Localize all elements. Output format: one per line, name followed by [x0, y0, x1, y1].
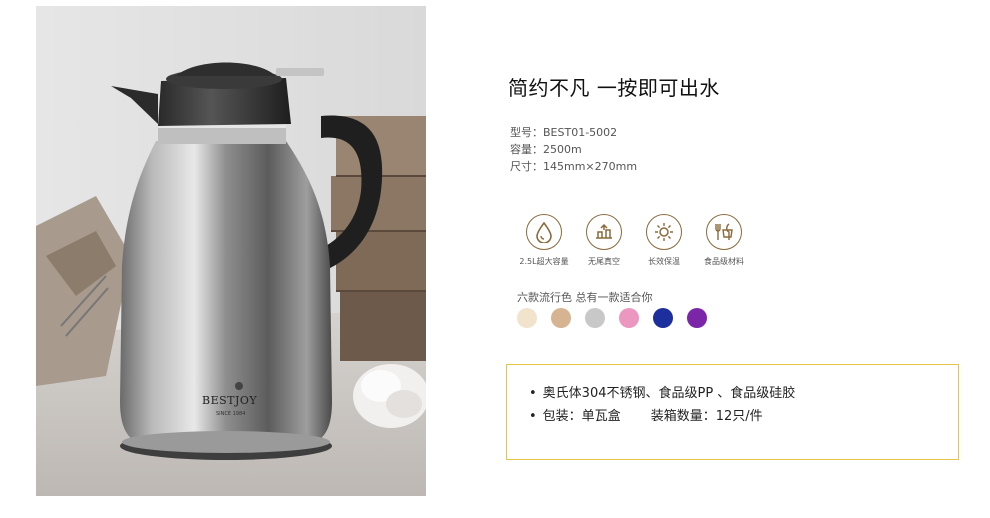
page-title: 简约不凡 一按即可出水: [508, 76, 720, 100]
feature-vacuum: 无尾真空: [574, 214, 634, 267]
keep-warm-icon: [646, 214, 682, 250]
brand-tagline: SINCE 1984: [216, 411, 246, 417]
bottle-tail-icon: [586, 214, 622, 250]
info-packaging: • 包装：单瓦盒 装箱数量：12只/件: [529, 409, 763, 424]
color-swatch-tan[interactable]: [551, 308, 571, 328]
color-swatch-grey[interactable]: [585, 308, 605, 328]
color-swatches: [517, 308, 717, 330]
spec-list: 型号：BEST01-5002 容量：2500m 尺寸：145mm×270mm: [510, 124, 637, 175]
feature-keep-warm: 长效保温: [634, 214, 694, 267]
spec-size: 尺寸：145mm×270mm: [510, 160, 638, 173]
colors-title: 六款流行色 总有一款适合你: [517, 291, 653, 304]
food-grade-icon: [706, 214, 742, 250]
spec-capacity: 容量：2500m: [510, 143, 582, 156]
spec-model: 型号：BEST01-5002: [510, 126, 618, 139]
feature-capacity: 2.5L超大容量: [514, 214, 574, 267]
info-material: • 奥氏体304不锈钢、食品级PP 、食品级硅胶: [529, 386, 796, 401]
bullet-icon: •: [529, 386, 537, 401]
water-drop-icon: [526, 214, 562, 250]
color-swatch-cream[interactable]: [517, 308, 537, 328]
color-swatch-purple[interactable]: [687, 308, 707, 328]
feature-icons: 2.5L超大容量 无尾真空 长效保温 食品级材料: [514, 214, 754, 274]
bullet-icon: •: [529, 409, 537, 424]
color-swatch-pink[interactable]: [619, 308, 639, 328]
info-box: • 奥氏体304不锈钢、食品级PP 、食品级硅胶 • 包装：单瓦盒 装箱数量：12只/…: [506, 364, 959, 460]
brand-logo: BESTJOY: [202, 394, 258, 407]
color-swatch-blue[interactable]: [653, 308, 673, 328]
feature-food-grade: 食品级材料: [694, 214, 754, 267]
product-photo: BESTJOY SINCE 1984: [36, 6, 426, 496]
